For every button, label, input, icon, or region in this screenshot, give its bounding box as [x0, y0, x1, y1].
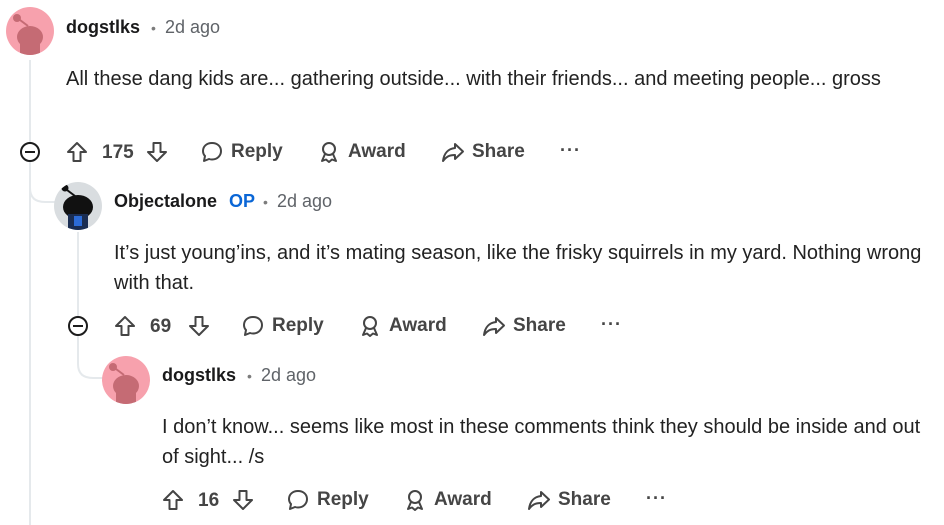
downvote-icon[interactable] — [231, 488, 255, 512]
username[interactable]: dogstlks — [162, 365, 236, 386]
reply-icon — [243, 316, 263, 336]
username[interactable]: dogstlks — [66, 17, 140, 38]
separator-dot: • — [151, 20, 156, 36]
comment-body: I don’t know... seems like most in these… — [162, 416, 921, 468]
downvote-icon[interactable] — [145, 140, 169, 164]
reply-button[interactable]: Reply — [200, 140, 283, 164]
award-icon — [407, 490, 423, 511]
comment-body: All these dang kids are... gathering out… — [66, 68, 881, 90]
share-icon — [442, 143, 464, 162]
share-icon — [528, 491, 550, 510]
award-button[interactable]: Award — [317, 140, 406, 164]
avatar[interactable] — [54, 182, 102, 230]
reply-icon — [202, 142, 222, 162]
more-options-button[interactable]: ··· — [646, 488, 667, 509]
upvote-icon[interactable] — [65, 140, 89, 164]
award-icon — [362, 316, 378, 337]
share-label: Share — [513, 315, 566, 336]
award-label: Award — [434, 489, 492, 510]
avatar[interactable] — [6, 7, 54, 55]
snoo-avatar-icon — [61, 184, 93, 230]
timestamp[interactable]: 2d ago — [165, 17, 220, 38]
timestamp[interactable]: 2d ago — [277, 191, 332, 212]
reply-label: Reply — [231, 141, 283, 162]
separator-dot: • — [247, 368, 252, 384]
share-button[interactable]: Share — [441, 140, 525, 164]
upvote-icon[interactable] — [113, 314, 137, 338]
share-button[interactable]: Share — [527, 488, 611, 512]
more-options-button[interactable]: ··· — [601, 314, 622, 335]
share-icon — [483, 317, 505, 336]
downvote-icon[interactable] — [187, 314, 211, 338]
upvote-icon[interactable] — [161, 488, 185, 512]
more-options-button[interactable]: ··· — [560, 140, 581, 161]
vote-count: 16 — [198, 490, 220, 511]
avatar[interactable] — [102, 356, 150, 404]
separator-dot: • — [263, 194, 268, 210]
reply-label: Reply — [272, 315, 324, 336]
reply-button[interactable]: Reply — [286, 488, 369, 512]
snoo-avatar-icon — [13, 14, 43, 55]
comment-body: It’s just young’ins, and it’s mating sea… — [114, 242, 922, 294]
op-badge: OP — [229, 191, 256, 211]
share-button[interactable]: Share — [482, 314, 566, 338]
share-label: Share — [472, 141, 525, 162]
snoo-avatar-icon — [109, 363, 139, 404]
collapse-button[interactable] — [20, 142, 40, 162]
award-label: Award — [348, 141, 406, 162]
collapse-button[interactable] — [68, 316, 88, 336]
award-icon — [321, 142, 337, 163]
award-label: Award — [389, 315, 447, 336]
share-label: Share — [558, 489, 611, 510]
vote-count: 175 — [102, 142, 134, 163]
thread-line-root — [29, 60, 31, 525]
vote-count: 69 — [150, 316, 172, 337]
timestamp[interactable]: 2d ago — [261, 365, 316, 386]
username[interactable]: Objectalone — [114, 191, 217, 212]
reply-button[interactable]: Reply — [241, 314, 324, 338]
award-button[interactable]: Award — [358, 314, 447, 338]
reply-label: Reply — [317, 489, 369, 510]
award-button[interactable]: Award — [403, 488, 492, 512]
reply-icon — [288, 490, 308, 510]
